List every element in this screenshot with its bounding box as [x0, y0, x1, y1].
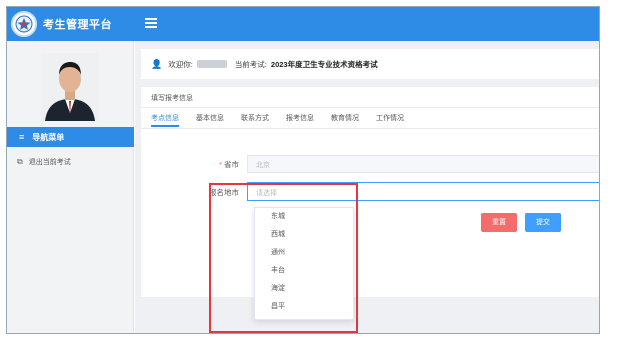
- tab-basic-info[interactable]: 基本信息: [196, 113, 224, 127]
- tab-exam-site[interactable]: 考点信息: [151, 113, 179, 127]
- required-mark: *: [219, 160, 222, 169]
- region-option[interactable]: 通州: [255, 244, 353, 262]
- tab-application[interactable]: 报考信息: [286, 113, 314, 127]
- region-dropdown: 东城 西城 通州 丰台 海淀 昌平: [254, 207, 354, 320]
- menu-list-icon: ≡: [19, 132, 25, 142]
- top-bar: 考生管理平台: [7, 7, 599, 41]
- tab-education[interactable]: 教育情况: [331, 113, 359, 127]
- tab-underline: [141, 128, 599, 129]
- current-exam-value: 2023年度卫生专业技术资格考试: [270, 59, 378, 69]
- region-label: 报名地市: [209, 188, 239, 197]
- avatar: [41, 53, 99, 121]
- user-info-bar: 👤 欢迎你: 当前考试: 2023年度卫生专业技术资格考试: [141, 49, 599, 79]
- province-field: 北京: [247, 155, 599, 173]
- logo-emblem-icon: [11, 11, 37, 37]
- region-option[interactable]: 东城: [255, 208, 353, 226]
- user-icon: 👤: [151, 58, 163, 69]
- region-option[interactable]: 昌平: [255, 298, 353, 316]
- province-label: * 省市: [181, 159, 239, 170]
- menu-toggle-icon[interactable]: [145, 18, 157, 28]
- external-link-icon: ⧉: [17, 157, 23, 166]
- sidebar: ≡ 导航菜单 ⧉ 退出当前考试: [7, 41, 134, 333]
- welcome-label: 欢迎你:: [168, 59, 193, 69]
- brand: 考生管理平台: [7, 7, 134, 41]
- app-window: 考生管理平台 ≡ 导航菜单 ⧉ 退出当前考试 👤 欢迎你: 当前考试: 2023…: [6, 6, 600, 334]
- form-title: 填写报考信息: [151, 95, 193, 102]
- main-content: 👤 欢迎你: 当前考试: 2023年度卫生专业技术资格考试 填写报考信息 考点信…: [135, 41, 599, 333]
- sidebar-item-label: 退出当前考试: [28, 159, 71, 166]
- province-label-text: 省市: [224, 160, 239, 169]
- nav-menu-label: 导航菜单: [32, 132, 65, 142]
- region-option[interactable]: 丰台: [255, 262, 353, 280]
- region-option[interactable]: 西城: [255, 226, 353, 244]
- nav-menu-header[interactable]: ≡ 导航菜单: [7, 127, 134, 147]
- submit-button[interactable]: 提交: [525, 213, 561, 232]
- username-redacted: [196, 60, 227, 68]
- region-select[interactable]: 请选择: [247, 182, 599, 201]
- tab-work[interactable]: 工作情况: [376, 113, 404, 127]
- current-exam-label: 当前考试:: [234, 59, 267, 69]
- sidebar-item-exit-exam[interactable]: ⧉ 退出当前考试: [7, 155, 134, 169]
- registration-form: 填写报考信息 考点信息 基本信息 联系方式 报考信息 教育情况 工作情况 * 省市…: [141, 87, 599, 320]
- reset-button[interactable]: 重置: [481, 213, 517, 232]
- app-title: 考生管理平台: [43, 19, 112, 31]
- tab-contact[interactable]: 联系方式: [241, 113, 269, 127]
- divider: [141, 107, 599, 108]
- region-option[interactable]: 海淀: [255, 280, 353, 298]
- form-tabs: 考点信息 基本信息 联系方式 报考信息 教育情况 工作情况: [151, 113, 421, 127]
